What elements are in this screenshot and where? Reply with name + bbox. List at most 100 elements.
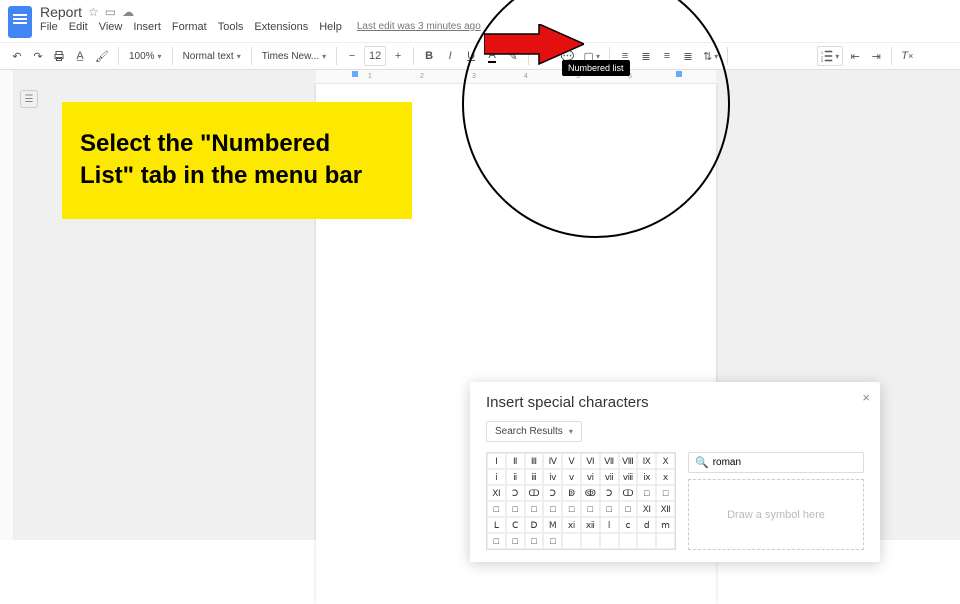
character-cell[interactable]: ⅽ bbox=[619, 517, 638, 533]
increase-indent-button[interactable]: ⇥ bbox=[867, 46, 885, 66]
character-cell[interactable]: ⅵ bbox=[581, 469, 600, 485]
decrease-indent-button[interactable]: ⇤ bbox=[846, 46, 864, 66]
cloud-status-icon[interactable]: ☁ bbox=[122, 5, 134, 19]
character-cell[interactable]: Ↄ bbox=[506, 485, 525, 501]
clear-formatting-button[interactable]: T× bbox=[898, 46, 916, 66]
spellcheck-button[interactable]: A̲ bbox=[71, 46, 89, 66]
print-button[interactable] bbox=[50, 46, 68, 66]
line-spacing-button[interactable]: ⇅ bbox=[700, 46, 721, 66]
menu-extensions[interactable]: Extensions bbox=[254, 21, 308, 33]
character-cell[interactable]: □ bbox=[525, 533, 544, 549]
draw-symbol-area[interactable]: Draw a symbol here bbox=[688, 479, 864, 550]
character-cell[interactable]: Ⅻ bbox=[656, 501, 675, 517]
character-cell[interactable]: □ bbox=[543, 533, 562, 549]
character-cell[interactable]: □ bbox=[581, 501, 600, 517]
highlight-button[interactable]: ✎ bbox=[504, 46, 522, 66]
insert-link-button[interactable]: 🔗 bbox=[535, 46, 555, 66]
character-cell[interactable]: ⅷ bbox=[619, 469, 638, 485]
character-cell[interactable]: Ⅿ bbox=[543, 517, 562, 533]
character-cell[interactable]: ⅿ bbox=[656, 517, 675, 533]
character-cell[interactable]: Ⅳ bbox=[543, 453, 562, 469]
bold-button[interactable]: B bbox=[420, 46, 438, 66]
outline-toggle-button[interactable]: ☰ bbox=[20, 90, 38, 108]
font-size-increase[interactable]: + bbox=[389, 46, 407, 66]
docs-logo-icon[interactable] bbox=[8, 6, 32, 38]
character-cell[interactable]: Ⅺ bbox=[637, 501, 656, 517]
character-search-field[interactable]: 🔍 bbox=[688, 452, 864, 473]
styles-dropdown[interactable]: Normal text bbox=[179, 51, 245, 62]
doc-title[interactable]: Report bbox=[40, 4, 82, 20]
character-search-input[interactable] bbox=[713, 457, 857, 468]
menu-help[interactable]: Help bbox=[319, 21, 342, 33]
character-cell[interactable]: ⅰ bbox=[487, 469, 506, 485]
undo-button[interactable]: ↶ bbox=[8, 46, 26, 66]
character-cell[interactable]: ↀ bbox=[525, 485, 544, 501]
character-cell[interactable]: □ bbox=[656, 485, 675, 501]
character-cell[interactable]: ⅺ bbox=[562, 517, 581, 533]
character-cell[interactable]: Ⅹ bbox=[656, 453, 675, 469]
redo-button[interactable]: ↷ bbox=[29, 46, 47, 66]
character-cell[interactable]: ↂ bbox=[581, 485, 600, 501]
character-cell[interactable]: □ bbox=[506, 533, 525, 549]
font-size-field[interactable]: 12 bbox=[364, 46, 386, 66]
menu-file[interactable]: File bbox=[40, 21, 58, 33]
character-cell[interactable]: ⅱ bbox=[506, 469, 525, 485]
character-cell[interactable]: ⅲ bbox=[525, 469, 544, 485]
character-cell[interactable]: Ⅽ bbox=[506, 517, 525, 533]
menu-edit[interactable]: Edit bbox=[69, 21, 88, 33]
align-justify-button[interactable]: ≣ bbox=[679, 46, 697, 66]
align-right-button[interactable]: ≡ bbox=[658, 46, 676, 66]
font-dropdown[interactable]: Times New... bbox=[258, 51, 330, 62]
menu-view[interactable]: View bbox=[99, 21, 123, 33]
character-cell[interactable]: Ↄ bbox=[543, 485, 562, 501]
numbered-list-button[interactable]: 123 bbox=[817, 46, 843, 66]
zoom-dropdown[interactable]: 100% bbox=[125, 51, 166, 62]
menu-format[interactable]: Format bbox=[172, 21, 207, 33]
character-cell[interactable]: Ⅴ bbox=[562, 453, 581, 469]
menu-insert[interactable]: Insert bbox=[133, 21, 161, 33]
last-edit-link[interactable]: Last edit was 3 minutes ago bbox=[357, 21, 481, 33]
move-icon[interactable]: ▭ bbox=[105, 5, 116, 19]
character-cell[interactable]: ↀ bbox=[619, 485, 638, 501]
character-cell[interactable]: ⅾ bbox=[637, 517, 656, 533]
character-cell[interactable]: □ bbox=[543, 501, 562, 517]
character-cell[interactable]: Ⅰ bbox=[487, 453, 506, 469]
character-cell[interactable]: ⅳ bbox=[543, 469, 562, 485]
character-cell[interactable]: □ bbox=[487, 533, 506, 549]
character-cell[interactable]: ⅶ bbox=[600, 469, 619, 485]
character-cell[interactable]: ⅹ bbox=[656, 469, 675, 485]
character-cell[interactable]: Ⅲ bbox=[525, 453, 544, 469]
close-icon[interactable]: × bbox=[862, 390, 870, 405]
character-cell[interactable]: ⅻ bbox=[581, 517, 600, 533]
character-cell[interactable]: □ bbox=[506, 501, 525, 517]
character-cell[interactable]: Ⅷ bbox=[619, 453, 638, 469]
align-center-button[interactable]: ≣ bbox=[637, 46, 655, 66]
menu-tools[interactable]: Tools bbox=[218, 21, 244, 33]
character-cell[interactable]: ↁ bbox=[562, 485, 581, 501]
character-cell[interactable]: ⅸ bbox=[637, 469, 656, 485]
italic-button[interactable]: I bbox=[441, 46, 459, 66]
category-dropdown[interactable]: Search Results bbox=[486, 421, 582, 442]
star-icon[interactable]: ☆ bbox=[88, 5, 99, 19]
character-cell[interactable]: □ bbox=[600, 501, 619, 517]
character-cell[interactable]: Ⅾ bbox=[525, 517, 544, 533]
character-cell bbox=[600, 533, 619, 549]
character-cell[interactable]: ⅴ bbox=[562, 469, 581, 485]
character-cell[interactable]: □ bbox=[562, 501, 581, 517]
character-cell[interactable]: □ bbox=[619, 501, 638, 517]
character-cell[interactable]: Ⅱ bbox=[506, 453, 525, 469]
character-cell[interactable]: Ⅶ bbox=[600, 453, 619, 469]
character-cell[interactable]: Ⅸ bbox=[637, 453, 656, 469]
font-size-decrease[interactable]: − bbox=[343, 46, 361, 66]
underline-button[interactable]: U bbox=[462, 46, 480, 66]
text-color-button[interactable]: A bbox=[483, 46, 501, 66]
character-cell[interactable]: □ bbox=[487, 501, 506, 517]
character-cell[interactable]: Ⅺ bbox=[487, 485, 506, 501]
character-cell[interactable]: ⅼ bbox=[600, 517, 619, 533]
character-cell[interactable]: Ↄ bbox=[600, 485, 619, 501]
character-cell[interactable]: □ bbox=[637, 485, 656, 501]
paint-format-button[interactable]: 🖌 bbox=[92, 46, 112, 66]
character-cell[interactable]: Ⅵ bbox=[581, 453, 600, 469]
character-cell[interactable]: Ⅼ bbox=[487, 517, 506, 533]
character-cell[interactable]: □ bbox=[525, 501, 544, 517]
